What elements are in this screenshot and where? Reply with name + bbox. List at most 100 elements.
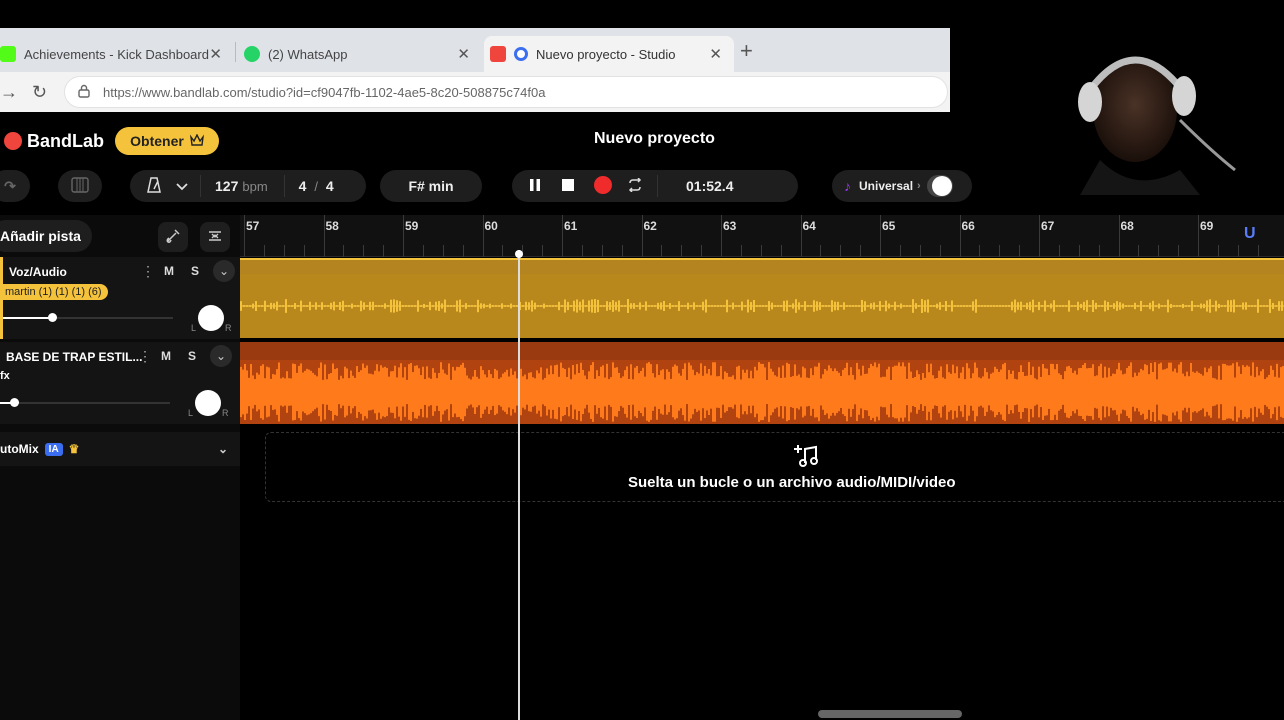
beat-tick bbox=[462, 245, 464, 257]
beat-tick bbox=[701, 245, 703, 257]
beat-tick bbox=[303, 245, 305, 257]
crown-icon bbox=[189, 133, 204, 149]
beat-tick bbox=[542, 245, 544, 257]
tab-bandlab-studio[interactable]: Nuevo proyecto - Studio ✕ bbox=[484, 36, 734, 72]
track-name[interactable]: BASE DE TRAP ESTIL... bbox=[6, 350, 142, 364]
tempo-field[interactable]: 127 bpm bbox=[215, 178, 268, 194]
beat-tick bbox=[979, 245, 981, 257]
logo-text: BandLab bbox=[27, 130, 105, 151]
bar-number: 63 bbox=[723, 219, 737, 233]
volume-slider-handle[interactable] bbox=[10, 398, 19, 407]
add-track-button[interactable]: Añadir pista bbox=[0, 220, 92, 252]
site-info-icon[interactable] bbox=[77, 84, 91, 101]
bandlab-icon bbox=[490, 46, 506, 62]
tab-title: Nuevo proyecto - Studio bbox=[536, 46, 676, 62]
fx-label[interactable]: fx bbox=[0, 370, 10, 382]
drop-zone[interactable]: Suelta un bucle o un archivo audio/MIDI/… bbox=[265, 432, 1284, 502]
keyboard-button[interactable] bbox=[58, 170, 102, 202]
beat-tick bbox=[1138, 245, 1140, 257]
volume-slider-handle[interactable] bbox=[48, 313, 57, 322]
bar-number: 61 bbox=[564, 219, 578, 233]
forward-icon[interactable]: → bbox=[0, 82, 18, 103]
tuner-button[interactable] bbox=[158, 222, 188, 252]
close-tab-icon[interactable]: ✕ bbox=[209, 45, 222, 63]
record-button[interactable] bbox=[593, 175, 613, 198]
url-text: https://www.bandlab.com/studio?id=cf9047… bbox=[103, 84, 546, 100]
tab-kick-dashboard[interactable]: Achievements - Kick Dashboard ✕ bbox=[0, 36, 234, 72]
automix-row[interactable]: utoMix IA ♛ ⌄ bbox=[0, 432, 240, 466]
music-note-icon: ♪ bbox=[844, 178, 851, 194]
solo-button[interactable]: S bbox=[188, 349, 196, 363]
snap-magnet-icon[interactable]: U bbox=[1244, 225, 1266, 247]
bar-number: 65 bbox=[882, 219, 896, 233]
tab-whatsapp[interactable]: (2) WhatsApp ✕ bbox=[238, 36, 482, 72]
address-row: → ↻ https://www.bandlab.com/studio?id=cf… bbox=[0, 72, 950, 112]
mixer-button[interactable] bbox=[200, 222, 230, 252]
pause-button[interactable] bbox=[529, 178, 541, 195]
bandlab-logo[interactable]: BandLab bbox=[4, 130, 104, 152]
pan-right-label: R bbox=[222, 408, 229, 418]
track-menu-icon[interactable]: ⋮ bbox=[141, 263, 155, 280]
pan-left-label: L bbox=[188, 408, 194, 418]
mute-button[interactable]: M bbox=[164, 264, 174, 278]
get-membership-button[interactable]: Obtener bbox=[115, 127, 219, 155]
crown-icon: ♛ bbox=[68, 442, 80, 456]
beat-tick bbox=[1158, 245, 1160, 257]
beat-tick bbox=[1058, 245, 1060, 257]
key-selector[interactable]: F# min bbox=[380, 170, 482, 202]
time-signature-field[interactable]: 4 / 4 bbox=[299, 178, 334, 194]
track-expand-chevron-icon[interactable]: ⌄ bbox=[213, 260, 235, 282]
bar-tick bbox=[641, 215, 643, 257]
redo-button[interactable]: ↷ bbox=[0, 170, 30, 202]
beat-track-region[interactable] bbox=[240, 342, 1284, 424]
project-title[interactable]: Nuevo proyecto bbox=[594, 130, 715, 148]
horizontal-scrollbar[interactable] bbox=[818, 710, 962, 718]
reload-icon[interactable]: ↻ bbox=[32, 82, 47, 103]
webcam-overlay bbox=[1060, 20, 1250, 195]
bar-number: 62 bbox=[643, 219, 657, 233]
bar-tick bbox=[880, 215, 881, 257]
pan-knob[interactable] bbox=[195, 390, 221, 416]
solo-button[interactable]: S bbox=[191, 264, 199, 278]
track-menu-icon[interactable]: ⋮ bbox=[138, 348, 152, 365]
beat-tick bbox=[740, 245, 742, 257]
playhead[interactable] bbox=[515, 250, 523, 720]
loop-icon[interactable] bbox=[627, 176, 643, 195]
beat-tick bbox=[343, 245, 345, 257]
pan-left-label: L bbox=[191, 323, 197, 333]
bar-tick bbox=[1198, 215, 1199, 257]
beat-tick bbox=[283, 245, 285, 257]
beat-tick bbox=[581, 245, 583, 257]
bar-tick bbox=[1039, 215, 1040, 257]
beat-tick bbox=[840, 245, 842, 257]
beat-tick bbox=[999, 245, 1001, 257]
stop-button[interactable] bbox=[561, 178, 575, 195]
track-header-beat[interactable]: BASE DE TRAP ESTIL... ⋮ M S ⌄ fx L R bbox=[0, 342, 240, 424]
track-name[interactable]: Voz/Audio bbox=[9, 265, 67, 279]
chevron-down-icon[interactable]: ⌄ bbox=[218, 442, 228, 456]
vocal-track-region[interactable] bbox=[240, 258, 1284, 338]
close-tab-icon[interactable]: ✕ bbox=[709, 45, 722, 63]
metronome-icon[interactable] bbox=[146, 176, 162, 196]
tab-title: Achievements - Kick Dashboard bbox=[24, 46, 209, 62]
metronome-chevron-down-icon[interactable] bbox=[176, 178, 188, 194]
beat-tick bbox=[899, 245, 901, 257]
ai-toggle[interactable] bbox=[926, 175, 953, 197]
track-expand-chevron-icon[interactable]: ⌄ bbox=[210, 345, 232, 367]
pan-knob[interactable] bbox=[198, 305, 224, 331]
bar-tick bbox=[482, 215, 484, 257]
chevron-right-icon: › bbox=[917, 180, 921, 192]
ai-preset-label: Universal bbox=[859, 179, 914, 193]
address-bar[interactable]: https://www.bandlab.com/studio?id=cf9047… bbox=[64, 76, 948, 108]
volume-fill bbox=[3, 317, 52, 319]
new-tab-button[interactable]: + bbox=[740, 38, 753, 64]
mute-button[interactable]: M bbox=[161, 349, 171, 363]
track-clip-name: martin (1) (1) (1) (6) bbox=[3, 284, 108, 300]
timeline-ruler[interactable]: 57 58 59 60 61 62 63 64 65 66 67 68 69 bbox=[240, 215, 1284, 257]
track-header-vocal[interactable]: Voz/Audio ⋮ M S ⌄ martin (1) (1) (1) (6)… bbox=[0, 257, 240, 339]
bandlab-logo-icon bbox=[4, 132, 22, 150]
close-tab-icon[interactable]: ✕ bbox=[457, 45, 470, 63]
volume-track bbox=[16, 402, 170, 404]
ai-preset-selector[interactable]: ♪ Universal › bbox=[832, 170, 972, 202]
beat-tick bbox=[1237, 245, 1239, 257]
